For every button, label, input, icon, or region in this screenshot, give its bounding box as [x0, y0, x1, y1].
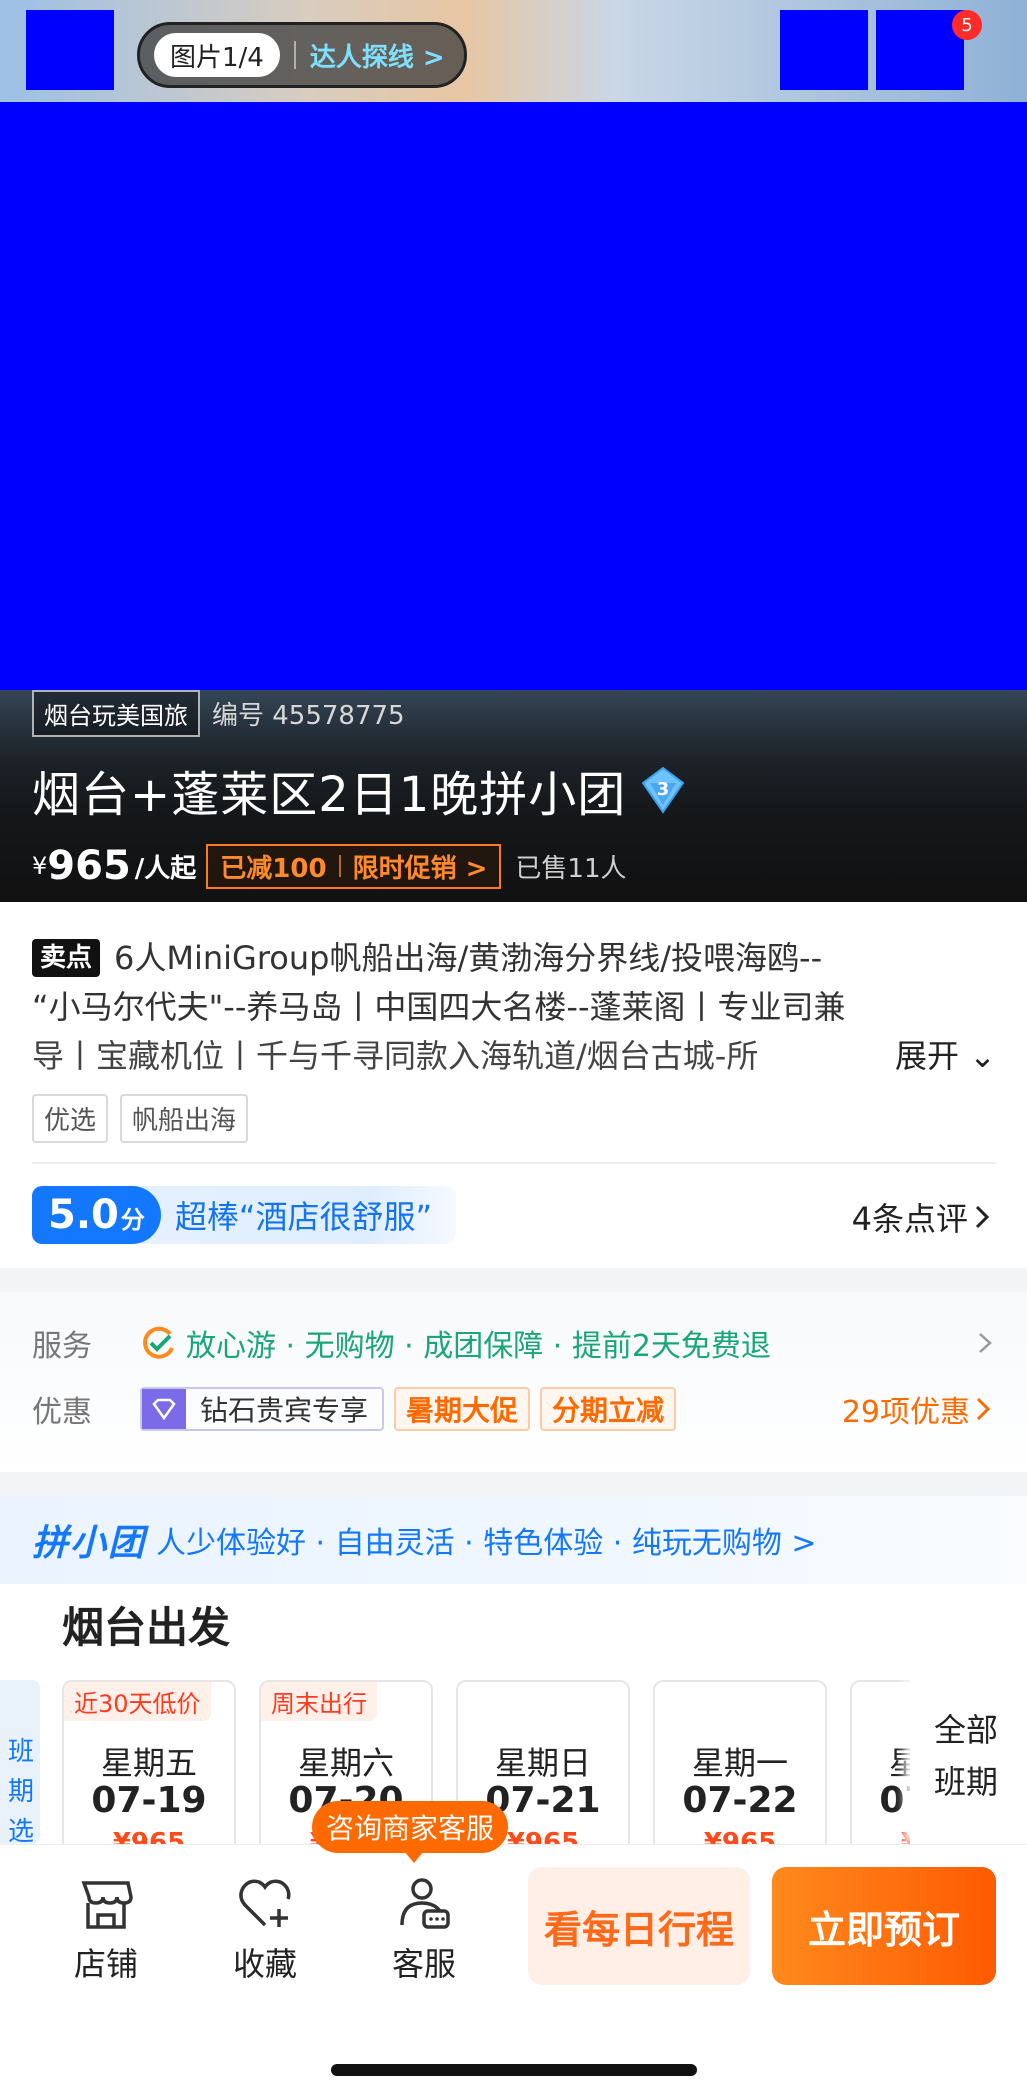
vip-diamond-icon	[142, 1389, 186, 1429]
store-label: 店铺	[73, 1945, 138, 1983]
expand-button[interactable]: 展开 ⌄	[877, 1032, 996, 1081]
rating-comment: 超棒“酒店很舒服”	[174, 1198, 433, 1236]
score-unit: 分	[120, 1206, 145, 1234]
service-button[interactable]: 客服	[364, 1873, 484, 1985]
offer-tag: 分期立减	[540, 1387, 677, 1431]
selling-points[interactable]: 卖点 6人MiniGroup帆船出海/黄渤海分界线/投喂海鸥-- “小马尔代夫"-…	[32, 934, 996, 1081]
section-gap	[0, 1472, 1027, 1496]
tag-item: 优选	[32, 1094, 109, 1143]
reviews-count: 4条点评	[851, 1200, 968, 1238]
date-weekday: 星期五	[100, 1744, 197, 1782]
sold-count: 已售11人	[515, 853, 627, 884]
product-title: 烟台+蓬莱区2日1晚拼小团	[32, 767, 627, 823]
date-flag: 近30天低价	[64, 1682, 211, 1721]
image-counter: 图片1/4	[154, 33, 280, 77]
diamond-level-icon: 3	[641, 766, 685, 814]
tag-item: 帆船出海	[120, 1094, 249, 1143]
date-price: ¥965	[703, 1828, 777, 1844]
heart-plus-icon	[239, 1879, 291, 1927]
offer-tag: 暑期大促	[394, 1387, 531, 1431]
departure-city-title: 烟台出发	[62, 1603, 231, 1652]
price-value: 965	[47, 843, 131, 889]
score-badge: 5.0 分	[32, 1186, 161, 1244]
service-offer-block: 服务 放心游 · 无购物 · 成团保障 · 提前2天免费退 优惠 钻石贵宾专享 …	[0, 1292, 1027, 1472]
date-card[interactable]: 星期一 07-22 ¥965	[653, 1680, 827, 1844]
back-button[interactable]	[26, 10, 114, 90]
date-price: ¥965	[112, 1828, 186, 1844]
reviews-link[interactable]: 4条点评	[852, 1194, 996, 1240]
discount-text: 已减100	[220, 853, 327, 884]
selling-line-2: “小马尔代夫"--养马岛丨中国四大名楼--蓬莱阁丨专业司兼	[32, 988, 846, 1026]
promo-badge[interactable]: 已减100 限时促销 >	[206, 843, 502, 889]
section-divider	[32, 1162, 996, 1164]
selling-line-3: 导丨宝藏机位丨千与千寻同款入海轨道/烟台古城-所	[32, 1037, 759, 1075]
share-button[interactable]	[780, 10, 868, 90]
offers-count-link[interactable]: 29项优惠	[842, 1387, 996, 1431]
date-day: 07-22	[682, 1780, 798, 1821]
date-flag: 周末出行	[261, 1682, 377, 1721]
offer-label: 优惠	[32, 1395, 92, 1430]
diamond-vip-text: 钻石贵宾专享	[200, 1394, 369, 1427]
offer-row[interactable]: 优惠 钻石贵宾专享 暑期大促 分期立减 29项优惠	[32, 1384, 996, 1434]
section-gap	[0, 1268, 1027, 1292]
chevron-right-icon	[979, 1333, 992, 1353]
bottom-action-bar: 咨询商家客服 店铺 收藏 客服 看每日行程 立即预订	[0, 1801, 1027, 2098]
small-group-logo: 拼小团	[32, 1523, 147, 1564]
chevron-right-icon	[975, 1205, 990, 1229]
offers-count: 29项优惠	[841, 1395, 970, 1430]
price-currency: ¥	[32, 852, 48, 880]
small-group-banner[interactable]: 拼小团 人少体验好 · 自由灵活 · 特色体验 · 纯玩无购物 >	[0, 1496, 1027, 1584]
chevron-right-icon	[976, 1397, 991, 1421]
date-weekday: 星期一	[691, 1744, 788, 1782]
talent-route-link[interactable]: 达人探线 >	[310, 37, 445, 74]
promo-text: 限时促销 >	[352, 853, 488, 884]
all-schedules-button[interactable]: 全部班期	[910, 1680, 1027, 1844]
date-weekday: 星期六	[297, 1744, 394, 1782]
cart-button[interactable]	[876, 10, 964, 90]
product-summary: 烟台玩美国旅 编号 45578775 烟台+蓬莱区2日1晚拼小团 3 ¥ 965…	[32, 690, 992, 889]
cart-count-badge: 5	[952, 10, 982, 40]
pill-divider	[293, 41, 296, 69]
book-now-button[interactable]: 立即预订	[772, 1867, 996, 1985]
hero-redacted-area	[0, 102, 1027, 690]
product-code: 编号 45578775	[212, 701, 405, 731]
image-counter-pill[interactable]: 图片1/4 达人探线 >	[137, 22, 467, 88]
store-icon	[81, 1881, 133, 1929]
daily-itinerary-button[interactable]: 看每日行程	[528, 1867, 750, 1985]
hero-gallery[interactable]: 图片1/4 达人探线 > 5 烟台玩美国旅 编号 45578775 烟台+蓬莱区…	[0, 0, 1027, 902]
favorite-button[interactable]: 收藏	[205, 1873, 325, 1985]
assurance-check-icon	[143, 1326, 174, 1359]
tag-list: 优选 帆船出海	[32, 1094, 249, 1143]
service-label: 服务	[32, 1329, 92, 1364]
date-day: 07-19	[91, 1780, 207, 1821]
promo-divider	[338, 855, 341, 877]
service-guarantees: 放心游 · 无购物 · 成团保障 · 提前2天免费退	[186, 1329, 771, 1364]
price-unit: /人起	[134, 853, 197, 884]
all-schedules-label: 全部班期	[934, 1711, 999, 1801]
customer-service-icon	[400, 1878, 450, 1929]
vendor-name[interactable]: 烟台玩美国旅	[32, 690, 200, 737]
selling-point-badge: 卖点	[32, 939, 101, 977]
favorite-label: 收藏	[232, 1945, 297, 1983]
small-group-features: 人少体验好 · 自由灵活 · 特色体验 · 纯玩无购物 >	[156, 1526, 817, 1561]
date-selector[interactable]: 班期选 近30天低价 星期五 07-19 ¥965 周末出行 星期六 07-20…	[0, 1680, 1027, 1844]
home-indicator	[331, 2064, 697, 2076]
rating-row[interactable]: 5.0 分 超棒“酒店很舒服” 4条点评	[32, 1186, 996, 1244]
rating-pill: 5.0 分 超棒“酒店很舒服”	[32, 1186, 457, 1244]
level-number: 3	[657, 779, 670, 800]
service-label: 客服	[391, 1945, 456, 1983]
store-button[interactable]: 店铺	[46, 1873, 166, 1985]
date-card[interactable]: 近30天低价 星期五 07-19 ¥965	[62, 1680, 236, 1844]
selling-line-1: 卖点 6人MiniGroup帆船出海/黄渤海分界线/投喂海鸥--	[32, 934, 996, 983]
selling-text-1: 6人MiniGroup帆船出海/黄渤海分界线/投喂海鸥--	[114, 939, 823, 977]
service-row[interactable]: 服务 放心游 · 无购物 · 成团保障 · 提前2天免费退	[32, 1318, 996, 1368]
diamond-vip-tag: 钻石贵宾专享	[140, 1387, 385, 1431]
schedule-side-tab[interactable]: 班期选	[0, 1680, 40, 1844]
score-value: 5.0	[48, 1192, 119, 1238]
consult-merchant-bubble[interactable]: 咨询商家客服	[312, 1801, 509, 1863]
date-weekday: 星期日	[494, 1744, 591, 1782]
